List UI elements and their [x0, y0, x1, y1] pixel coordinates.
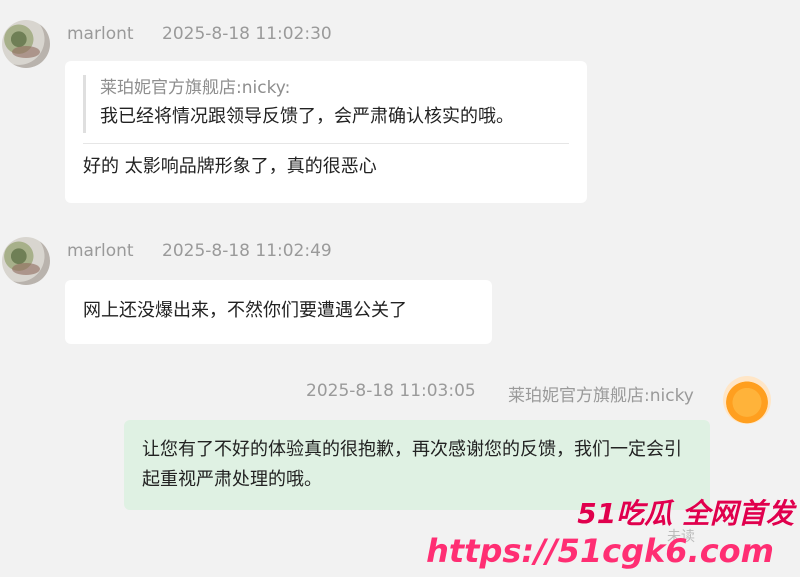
- sender-name: marlont: [67, 24, 134, 44]
- sender-name: marlont: [67, 241, 134, 261]
- quoted-message[interactable]: 莱珀妮官方旗舰店:nicky: 我已经将情况跟领导反馈了，会严肃确认核实的哦。: [83, 75, 569, 133]
- divider: [83, 143, 569, 144]
- message-bubble[interactable]: 网上还没爆出来，不然你们要遭遇公关了: [65, 280, 492, 344]
- sender-name: 莱珀妮官方旗舰店:nicky: [508, 386, 694, 406]
- message-text: 让您有了不好的体验真的很抱歉，再次感谢您的反馈，我们一定会引起重视严肃处理的哦。: [142, 439, 682, 490]
- avatar[interactable]: [2, 20, 50, 68]
- quote-author: 莱珀妮官方旗舰店:nicky:: [100, 78, 291, 98]
- timestamp: 2025-8-18 11:02:30: [162, 24, 332, 44]
- avatar[interactable]: [723, 376, 771, 424]
- message-text: 好的 太影响品牌形象了，真的很恶心: [83, 156, 377, 177]
- quote-text: 我已经将情况跟领导反馈了，会严肃确认核实的哦。: [100, 106, 514, 127]
- watermark-url: https://51cgk6.com: [426, 532, 774, 570]
- message-text: 网上还没爆出来，不然你们要遭遇公关了: [83, 300, 407, 321]
- avatar[interactable]: [2, 237, 50, 285]
- message-bubble[interactable]: 莱珀妮官方旗舰店:nicky: 我已经将情况跟领导反馈了，会严肃确认核实的哦。 …: [65, 61, 587, 203]
- watermark-title: 51吃瓜 全网首发: [577, 497, 794, 530]
- timestamp: 2025-8-18 11:02:49: [162, 241, 332, 261]
- timestamp: 2025-8-18 11:03:05: [306, 381, 476, 401]
